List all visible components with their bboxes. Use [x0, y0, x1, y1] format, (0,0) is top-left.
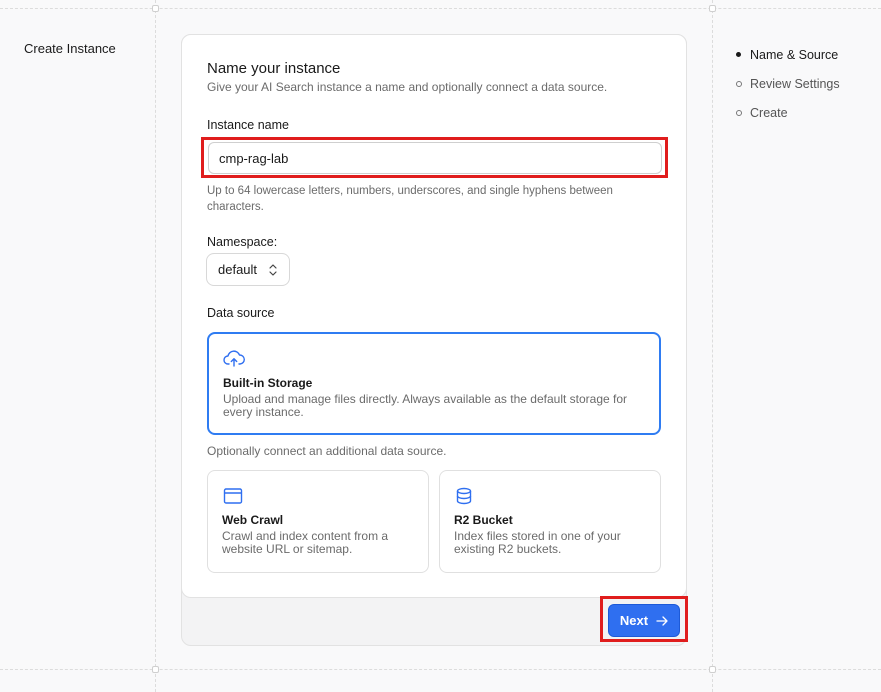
guide-line-right: [712, 0, 713, 692]
step-create[interactable]: Create: [736, 98, 840, 127]
namespace-select[interactable]: default: [206, 253, 290, 286]
r2-bucket-card[interactable]: R2 Bucket Index files stored in one of y…: [439, 470, 661, 573]
step-label: Name & Source: [750, 47, 839, 62]
next-button-label: Next: [619, 613, 649, 628]
browser-window-icon: [223, 488, 243, 504]
step-name-source[interactable]: Name & Source: [736, 40, 840, 69]
guide-line-bottom: [0, 669, 881, 670]
cloud-upload-icon: [223, 350, 245, 367]
step-label: Review Settings: [750, 76, 840, 91]
database-icon: [456, 487, 472, 505]
form-heading: Name your instance: [207, 60, 341, 77]
namespace-label: Namespace:: [207, 235, 278, 249]
web-crawl-description: Crawl and index content from a website U…: [222, 529, 389, 556]
namespace-value: default: [218, 262, 258, 277]
instance-name-input[interactable]: [208, 142, 662, 174]
arrow-right-icon: [656, 615, 668, 626]
corner-marker: [152, 666, 159, 673]
optional-source-note: Optionally connect an additional data so…: [207, 444, 447, 458]
next-button[interactable]: Next: [608, 604, 680, 637]
instance-name-help: Up to 64 lowercase letters, numbers, und…: [207, 185, 613, 213]
corner-marker: [709, 666, 716, 673]
step-dot-icon: [736, 80, 742, 87]
step-review-settings[interactable]: Review Settings: [736, 69, 840, 98]
builtin-storage-description: Upload and manage files directly. Always…: [223, 392, 628, 419]
r2-bucket-description: Index files stored in one of your existi…: [454, 529, 621, 556]
web-crawl-title: Web Crawl: [222, 513, 284, 527]
progress-stepper: Name & Source Review Settings Create: [736, 40, 840, 127]
guide-line-top: [0, 8, 881, 9]
page-title: Create Instance: [24, 41, 116, 56]
chevron-up-down-icon: [269, 264, 277, 276]
web-crawl-card[interactable]: Web Crawl Crawl and index content from a…: [207, 470, 429, 573]
step-dot-icon: [736, 109, 742, 116]
step-active-dot-icon: [736, 52, 741, 57]
form-subheading: Give your AI Search instance a name and …: [207, 80, 608, 94]
data-source-label: Data source: [207, 306, 275, 320]
builtin-storage-title: Built-in Storage: [223, 376, 313, 390]
builtin-storage-card[interactable]: Built-in Storage Upload and manage files…: [207, 332, 661, 435]
guide-line-left: [155, 0, 156, 692]
corner-marker: [152, 5, 159, 12]
corner-marker: [709, 5, 716, 12]
instance-name-label: Instance name: [207, 118, 289, 132]
step-label: Create: [750, 105, 788, 120]
r2-bucket-title: R2 Bucket: [454, 513, 513, 527]
